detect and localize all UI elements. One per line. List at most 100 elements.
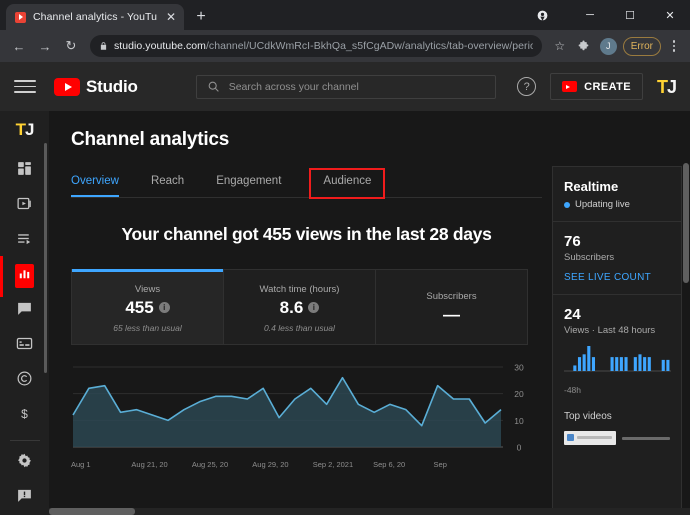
lock-icon — [99, 41, 108, 51]
dashboard-icon — [16, 160, 33, 182]
realtime-views-label: Views · Last 48 hours — [564, 325, 670, 336]
chart-x-tick: Aug 25, 20 — [192, 460, 252, 469]
metric-card-subscribers[interactable]: Subscribers — — [375, 270, 527, 344]
tab-engagement[interactable]: Engagement — [216, 175, 299, 197]
realtime-subscribers-value: 76 — [564, 233, 670, 250]
live-dot-icon — [564, 202, 570, 208]
metric-label: Subscribers — [426, 291, 476, 302]
browser-tab[interactable]: Channel analytics - YouTube Stu ✕ — [6, 4, 184, 30]
metric-value: 8.6 — [280, 298, 304, 318]
svg-text:10: 10 — [514, 416, 524, 426]
new-tab-button[interactable]: + — [188, 4, 214, 30]
youtube-favicon — [15, 12, 26, 23]
video-title-placeholder — [622, 437, 670, 440]
sidebar-item-playlists[interactable] — [0, 224, 49, 259]
realtime-subscribers-label: Subscribers — [564, 252, 670, 263]
minimize-button[interactable]: ─ — [570, 0, 610, 30]
window-controls: ─ ☐ ✕ — [570, 0, 690, 30]
metric-value: — — [443, 305, 460, 325]
browser-toolbar: ← → ↻ studio.youtube.com/channel/UCdkWmR… — [0, 30, 690, 62]
studio-logo[interactable]: Studio — [54, 77, 138, 97]
create-button[interactable]: CREATE — [550, 73, 643, 100]
feedback-icon — [16, 487, 33, 509]
sidebar-item-subtitles[interactable] — [0, 329, 49, 364]
see-live-count-link[interactable]: SEE LIVE COUNT — [564, 272, 670, 283]
puzzle-icon[interactable] — [574, 35, 594, 57]
realtime-views-value: 24 — [564, 306, 670, 323]
reload-icon[interactable]: ↻ — [60, 35, 82, 57]
top-videos-label: Top videos — [564, 411, 670, 422]
info-icon[interactable]: i — [308, 302, 319, 313]
comments-icon — [16, 300, 33, 322]
chart-x-tick: Aug 29, 20 — [252, 460, 312, 469]
studio-header-actions: ? CREATE TJ — [517, 73, 676, 100]
tab-overview[interactable]: Overview — [71, 175, 137, 197]
horizontal-scrollbar[interactable] — [49, 508, 690, 515]
analytics-headline: Your channel got 455 views in the last 2… — [71, 224, 542, 245]
browser-tab-title: Channel analytics - YouTube Stu — [33, 11, 157, 23]
maximize-button[interactable]: ☐ — [610, 0, 650, 30]
content-video-icon — [16, 195, 33, 217]
monetization-dollar-icon: $ — [16, 405, 33, 427]
sidebar-item-monetization[interactable]: $ — [0, 398, 49, 433]
help-icon[interactable]: ? — [517, 77, 536, 96]
chart-x-tick: Sep 2, 2021 — [313, 460, 373, 469]
hamburger-icon[interactable] — [14, 76, 36, 98]
sidebar-avatar[interactable]: TJ — [16, 121, 34, 138]
views-chart[interactable]: 0102030 Aug 1Aug 21, 20Aug 25, 20Aug 29,… — [71, 361, 528, 469]
kebab-menu-icon[interactable] — [666, 40, 682, 52]
sidebar-item-comments[interactable] — [0, 294, 49, 329]
svg-text:$: $ — [21, 407, 28, 421]
sidebar-item-content[interactable] — [0, 189, 49, 224]
metric-comparison: 0.4 less than usual — [264, 323, 335, 333]
sidebar-avatar-t: T — [16, 120, 25, 139]
sidebar-scrollbar[interactable] — [44, 143, 47, 373]
browser-profile-avatar[interactable]: J — [600, 38, 617, 55]
sidebar-item-analytics[interactable] — [0, 259, 49, 294]
playlists-icon — [16, 230, 33, 252]
forward-icon[interactable]: → — [34, 35, 56, 57]
studio-logo-text: Studio — [86, 77, 138, 97]
page-title: Channel analytics — [71, 111, 542, 151]
studio-header: Studio Search across your channel ? CREA… — [0, 62, 690, 111]
bookmark-star-icon[interactable]: ☆ — [550, 35, 570, 57]
top-video-item[interactable] — [564, 431, 670, 445]
tab-reach[interactable]: Reach — [151, 175, 202, 197]
video-thumbnail — [564, 431, 616, 445]
sidebar-item-copyright[interactable] — [0, 363, 49, 398]
main-vertical-scrollbar[interactable] — [683, 163, 689, 283]
back-icon[interactable]: ← — [8, 35, 30, 57]
sidebar-item-dashboard[interactable] — [0, 154, 49, 189]
metric-cards: Views 455 i 65 less than usual Watch tim… — [71, 269, 528, 345]
sidebar-item-settings[interactable] — [0, 445, 49, 480]
realtime-axis-label: -48h — [564, 385, 670, 395]
chart-x-tick: Sep — [434, 460, 494, 469]
tab-audience[interactable]: Audience — [311, 170, 383, 197]
avatar[interactable]: TJ — [657, 78, 676, 96]
avatar-initial-j: J — [667, 77, 676, 97]
metric-card-views[interactable]: Views 455 i 65 less than usual — [72, 270, 223, 344]
realtime-live-label: Updating live — [575, 199, 630, 210]
youtube-play-icon — [54, 78, 80, 96]
address-bar[interactable]: studio.youtube.com/channel/UCdkWmRcI-Bkh… — [90, 35, 542, 57]
analytics-column: Channel analytics Overview Reach Engagem… — [49, 111, 542, 515]
search-input[interactable]: Search across your channel — [196, 75, 496, 99]
realtime-title: Realtime — [564, 179, 670, 194]
chart-x-tick: Sep 6, 20 — [373, 460, 433, 469]
metric-value-row: — — [443, 305, 460, 325]
close-icon[interactable]: ✕ — [164, 11, 178, 23]
svg-text:30: 30 — [514, 363, 524, 373]
create-button-label: CREATE — [584, 81, 631, 93]
sidebar-item-feedback[interactable] — [0, 480, 49, 515]
chart-x-axis-labels: Aug 1Aug 21, 20Aug 25, 20Aug 29, 20Sep 2… — [71, 460, 528, 469]
svg-text:20: 20 — [514, 389, 524, 399]
metric-card-watch-time[interactable]: Watch time (hours) 8.6 i 0.4 less than u… — [223, 270, 375, 344]
address-bar-url: studio.youtube.com/channel/UCdkWmRcI-Bkh… — [114, 40, 533, 52]
url-path: /channel/UCdkWmRcI-BkhQa_s5fCgADw/analyt… — [206, 40, 533, 52]
error-badge[interactable]: Error — [623, 37, 661, 56]
profile-pin-icon[interactable] — [535, 8, 550, 23]
window-close-button[interactable]: ✕ — [650, 0, 690, 30]
info-icon[interactable]: i — [159, 302, 170, 313]
views-chart-svg: 0102030 — [71, 361, 537, 457]
metric-value-row: 455 i — [125, 298, 169, 318]
